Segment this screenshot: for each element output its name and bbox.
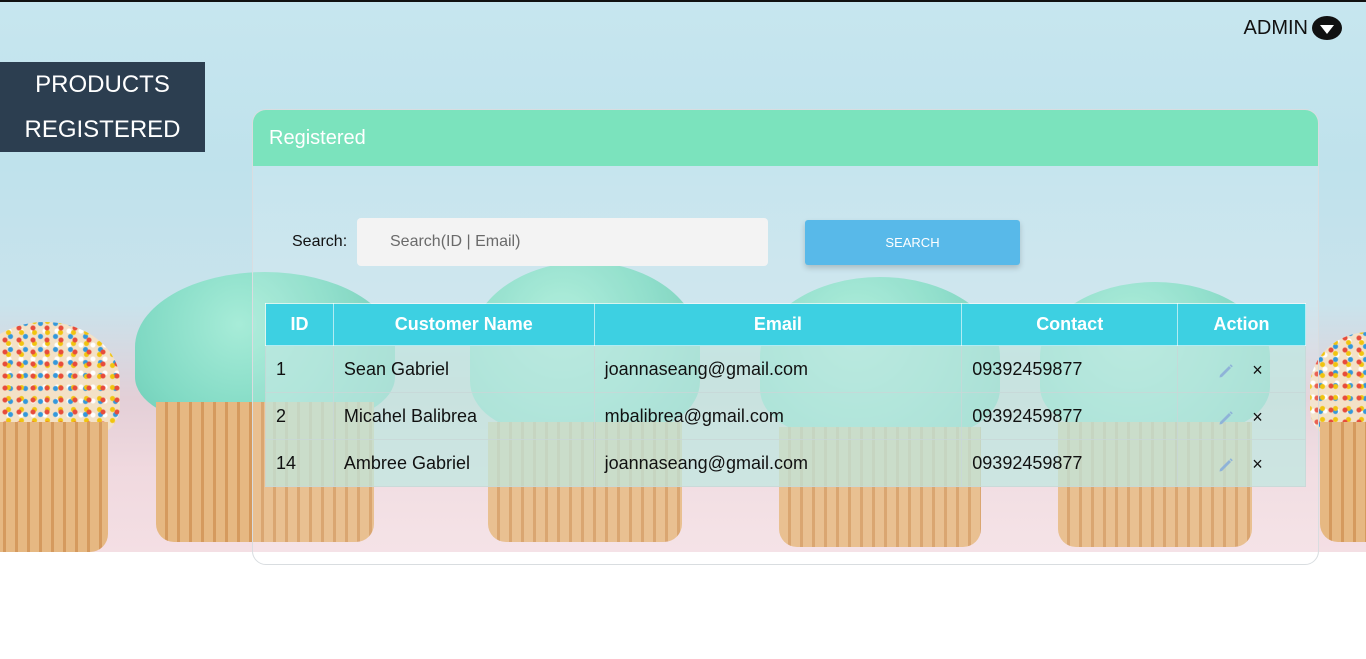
cell-id: 1: [265, 345, 334, 393]
table-row: 2 Micahel Balibrea mbalibrea@gmail.com 0…: [265, 392, 1306, 440]
table-header-row: ID Customer Name Email Contact Action: [265, 303, 1306, 346]
close-icon[interactable]: ×: [1248, 360, 1268, 380]
cell-action: ×: [1177, 345, 1306, 393]
search-label: Search:: [292, 233, 348, 250]
column-header-email: Email: [593, 303, 963, 346]
pencil-icon[interactable]: [1216, 360, 1236, 380]
nav-item-registered[interactable]: REGISTERED: [0, 107, 205, 152]
search-button[interactable]: SEARCH: [805, 219, 1020, 265]
cell-email: joannaseang@gmail.com: [593, 439, 963, 487]
table-row: 1 Sean Gabriel joannaseang@gmail.com 093…: [265, 345, 1306, 393]
registered-panel: Registered Search: SEARCH ID Customer Na…: [252, 109, 1319, 565]
search-bar: Search: SEARCH: [292, 218, 1020, 266]
panel-title: Registered: [269, 126, 366, 149]
search-input[interactable]: [357, 218, 768, 266]
table-row: 14 Ambree Gabriel joannaseang@gmail.com …: [265, 439, 1306, 487]
cell-contact: 09392459877: [961, 392, 1179, 440]
user-label: ADMIN: [1243, 16, 1308, 39]
caret-down-circle-icon[interactable]: [1312, 16, 1342, 40]
nav-item-products[interactable]: PRODUCTS: [0, 62, 205, 107]
panel-header: Registered: [253, 110, 1318, 166]
close-icon[interactable]: ×: [1248, 407, 1268, 427]
close-icon[interactable]: ×: [1248, 454, 1268, 474]
cell-id: 14: [265, 439, 334, 487]
cell-email: joannaseang@gmail.com: [593, 345, 963, 393]
registered-table: ID Customer Name Email Contact Action 1 …: [265, 303, 1306, 487]
cell-id: 2: [265, 392, 334, 440]
cell-contact: 09392459877: [961, 345, 1179, 393]
cell-customer-name: Micahel Balibrea: [332, 392, 595, 440]
user-menu[interactable]: ADMIN: [1244, 16, 1342, 40]
column-header-contact: Contact: [961, 303, 1179, 346]
cell-email: mbalibrea@gmail.com: [593, 392, 963, 440]
column-header-action: Action: [1177, 303, 1306, 346]
pencil-icon[interactable]: [1216, 454, 1236, 474]
sidebar-nav: PRODUCTS REGISTERED: [0, 62, 205, 152]
column-header-id: ID: [265, 303, 334, 346]
cell-action: ×: [1177, 392, 1306, 440]
cell-customer-name: Ambree Gabriel: [332, 439, 595, 487]
cell-action: ×: [1177, 439, 1306, 487]
cell-customer-name: Sean Gabriel: [332, 345, 595, 393]
pencil-icon[interactable]: [1216, 407, 1236, 427]
column-header-customer-name: Customer Name: [332, 303, 595, 346]
cupcake-image: [0, 302, 120, 552]
cell-contact: 09392459877: [961, 439, 1179, 487]
